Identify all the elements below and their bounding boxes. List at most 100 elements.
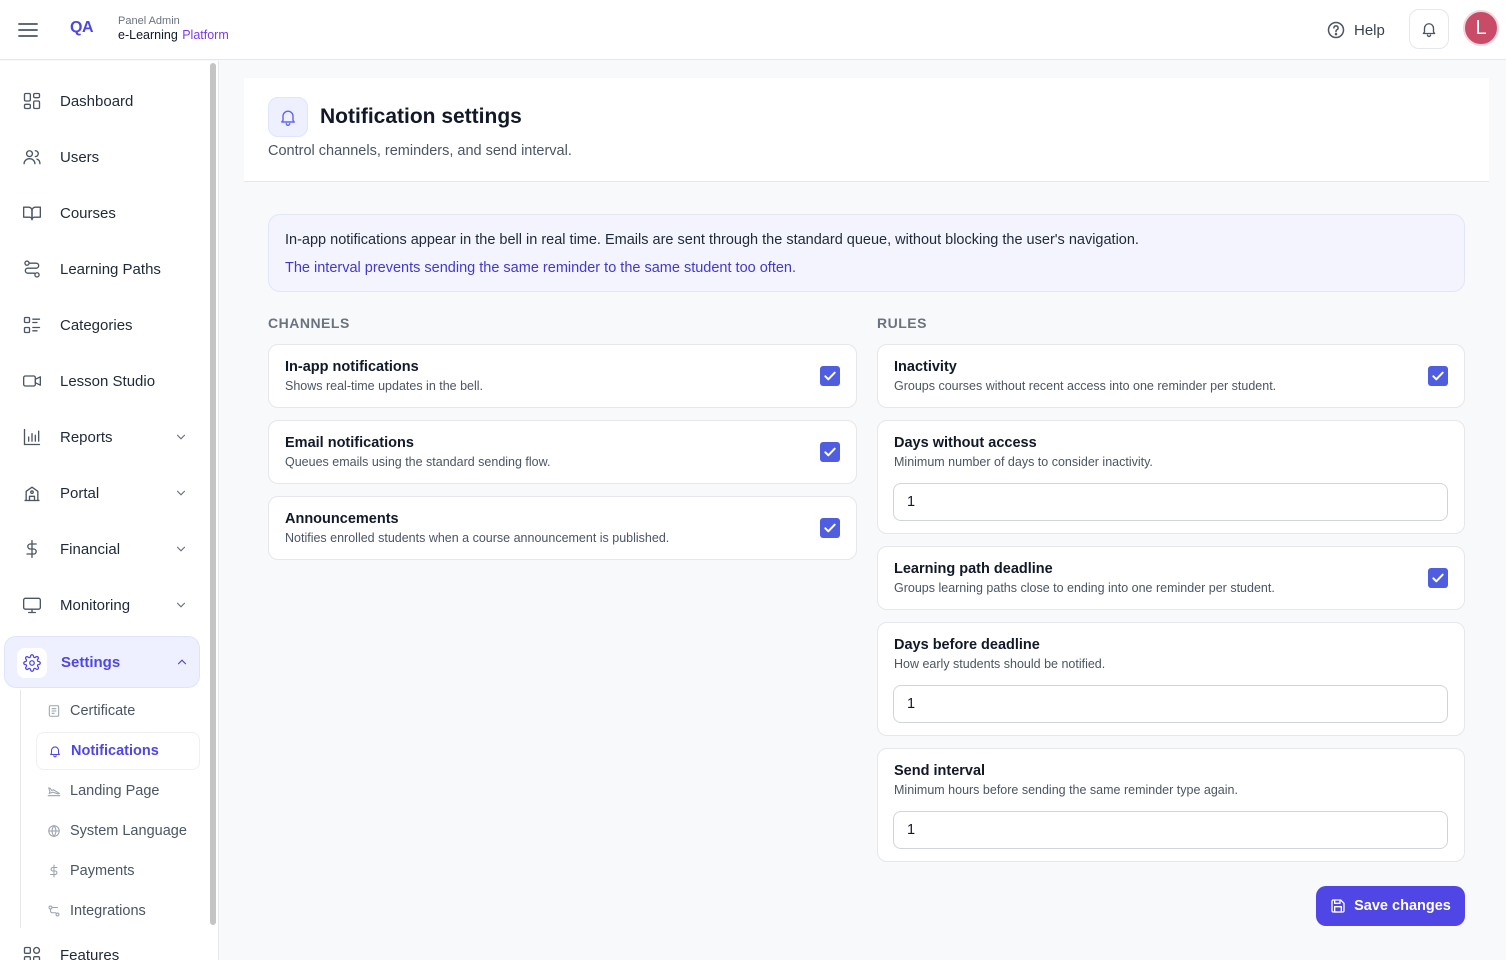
rule-title: Days without access: [894, 435, 1037, 451]
dollar-icon: [49, 864, 58, 878]
rule-description: Groups courses without recent access int…: [894, 379, 1277, 393]
bar-chart-icon: [23, 428, 41, 446]
bell-icon: [268, 97, 308, 137]
save-label: Save changes: [1354, 898, 1451, 914]
sidebar-subitem-payments[interactable]: Payments: [36, 852, 200, 890]
page-title: Notification settings: [320, 105, 522, 128]
submenu-divider: [20, 690, 21, 928]
sidebar-item-label: Dashboard: [60, 92, 134, 110]
channel-title: Announcements: [285, 511, 399, 527]
info-note: The interval prevents sending the same r…: [285, 260, 797, 276]
sidebar-item-label: Courses: [60, 204, 116, 222]
sidebar-subitem-integrations[interactable]: Integrations: [36, 892, 200, 930]
days-before-deadline-input[interactable]: 1: [893, 685, 1448, 723]
sidebar-item-monitoring[interactable]: Monitoring: [4, 579, 200, 631]
building-icon: [24, 486, 40, 502]
sidebar-item-learning-paths[interactable]: Learning Paths: [4, 243, 200, 295]
rule-description: Minimum number of days to consider inact…: [894, 455, 1153, 469]
channel-card-announcements: Announcements Notifies enrolled students…: [268, 496, 857, 560]
sidebar-item-lesson-studio[interactable]: Lesson Studio: [4, 355, 200, 407]
avatar[interactable]: L: [1463, 10, 1499, 46]
sidebar-subitem-label: Certificate: [70, 703, 136, 719]
sidebar-subitem-landing-page[interactable]: Landing Page: [36, 772, 200, 810]
email-checkbox[interactable]: [820, 442, 840, 462]
rule-card-inactivity: Inactivity Groups courses without recent…: [877, 344, 1465, 408]
channel-description: Shows real-time updates in the bell.: [285, 379, 484, 393]
route-icon: [24, 260, 40, 278]
chevron-down-icon: [176, 546, 186, 552]
check-icon: [824, 523, 836, 533]
sidebar-subitem-label: Landing Page: [70, 783, 160, 799]
announcements-checkbox[interactable]: [820, 518, 840, 538]
rule-description: Minimum hours before sending the same re…: [894, 783, 1238, 797]
send-interval-input[interactable]: 1: [893, 811, 1448, 849]
users-icon: [23, 150, 41, 165]
learning-path-deadline-checkbox[interactable]: [1428, 568, 1448, 588]
notifications-button[interactable]: [1409, 9, 1449, 49]
certificate-icon: [48, 705, 60, 717]
chevron-down-icon: [176, 434, 186, 440]
in-app-checkbox[interactable]: [820, 366, 840, 386]
globe-icon: [48, 824, 60, 838]
rule-card-days-before-deadline: Days before deadline How early students …: [877, 622, 1465, 736]
sidebar-item-features[interactable]: Features: [4, 929, 200, 960]
check-icon: [824, 447, 836, 457]
channel-description: Notifies enrolled students when a course…: [285, 531, 670, 545]
page-header-card: Notification settings Control channels, …: [244, 78, 1489, 182]
rules-heading: RULES: [877, 315, 927, 331]
dashboard-icon: [23, 92, 41, 110]
check-icon: [1432, 371, 1444, 381]
chevron-down-icon: [176, 602, 186, 608]
sidebar-item-portal[interactable]: Portal: [4, 467, 200, 519]
integrations-icon: [48, 905, 60, 917]
brand-name: e-Learning: [118, 28, 178, 42]
sidebar-item-dashboard[interactable]: Dashboard: [4, 75, 200, 127]
channel-description: Queues emails using the standard sending…: [285, 455, 551, 469]
logo[interactable]: QA: [70, 19, 94, 37]
sidebar-subitem-certificate[interactable]: Certificate: [36, 692, 200, 730]
sidebar-item-label: Settings: [61, 653, 121, 671]
book-icon: [23, 206, 41, 221]
sidebar-item-settings[interactable]: Settings: [4, 636, 200, 688]
sidebar-item-reports[interactable]: Reports: [4, 411, 200, 463]
inactivity-checkbox[interactable]: [1428, 366, 1448, 386]
help-icon: [1327, 21, 1345, 39]
categories-icon: [23, 316, 41, 334]
sidebar-item-categories[interactable]: Categories: [4, 299, 200, 351]
monitor-icon: [23, 597, 41, 614]
rule-title: Send interval: [894, 763, 986, 779]
rule-card-days-without-access: Days without access Minimum number of da…: [877, 420, 1465, 534]
channel-card-in-app: In-app notifications Shows real-time upd…: [268, 344, 857, 408]
info-text: In-app notifications appear in the bell …: [285, 232, 1139, 248]
gear-icon: [17, 648, 47, 678]
bell-icon: [50, 746, 60, 758]
sidebar-scrollbar[interactable]: [210, 63, 216, 925]
bell-icon: [1422, 23, 1436, 38]
landing-icon: [47, 787, 61, 797]
help-button[interactable]: Help: [1326, 18, 1385, 42]
chevron-up-icon: [177, 659, 187, 665]
save-icon: [1331, 899, 1345, 913]
sidebar-item-label: Learning Paths: [60, 260, 161, 278]
menu-icon[interactable]: [16, 18, 40, 42]
sidebar-item-financial[interactable]: Financial: [4, 523, 200, 575]
brand: Panel Admin e-Learning Platform: [118, 14, 229, 42]
top-header: QA Panel Admin e-Learning Platform Help …: [0, 0, 1506, 60]
rule-description: Groups learning paths close to ending in…: [894, 581, 1275, 595]
save-button[interactable]: Save changes: [1316, 886, 1465, 926]
channel-card-email: Email notifications Queues emails using …: [268, 420, 857, 484]
sidebar-item-courses[interactable]: Courses: [4, 187, 200, 239]
sidebar-subitem-system-language[interactable]: System Language: [36, 812, 200, 850]
help-label: Help: [1354, 21, 1385, 39]
features-icon: [23, 946, 41, 960]
sidebar-subitem-label: Notifications: [71, 743, 159, 759]
rule-card-learning-path-deadline: Learning path deadline Groups learning p…: [877, 546, 1465, 610]
sidebar-subitem-notifications[interactable]: Notifications: [36, 732, 200, 770]
sidebar-item-label: Monitoring: [60, 596, 131, 614]
sidebar-subitem-label: Integrations: [70, 903, 146, 919]
brand-subtitle: Panel Admin: [118, 15, 180, 27]
page-subtitle: Control channels, reminders, and send in…: [268, 143, 572, 159]
sidebar-item-users[interactable]: Users: [4, 131, 200, 183]
days-without-access-input[interactable]: 1: [893, 483, 1448, 521]
sidebar-item-label: Financial: [60, 540, 121, 558]
